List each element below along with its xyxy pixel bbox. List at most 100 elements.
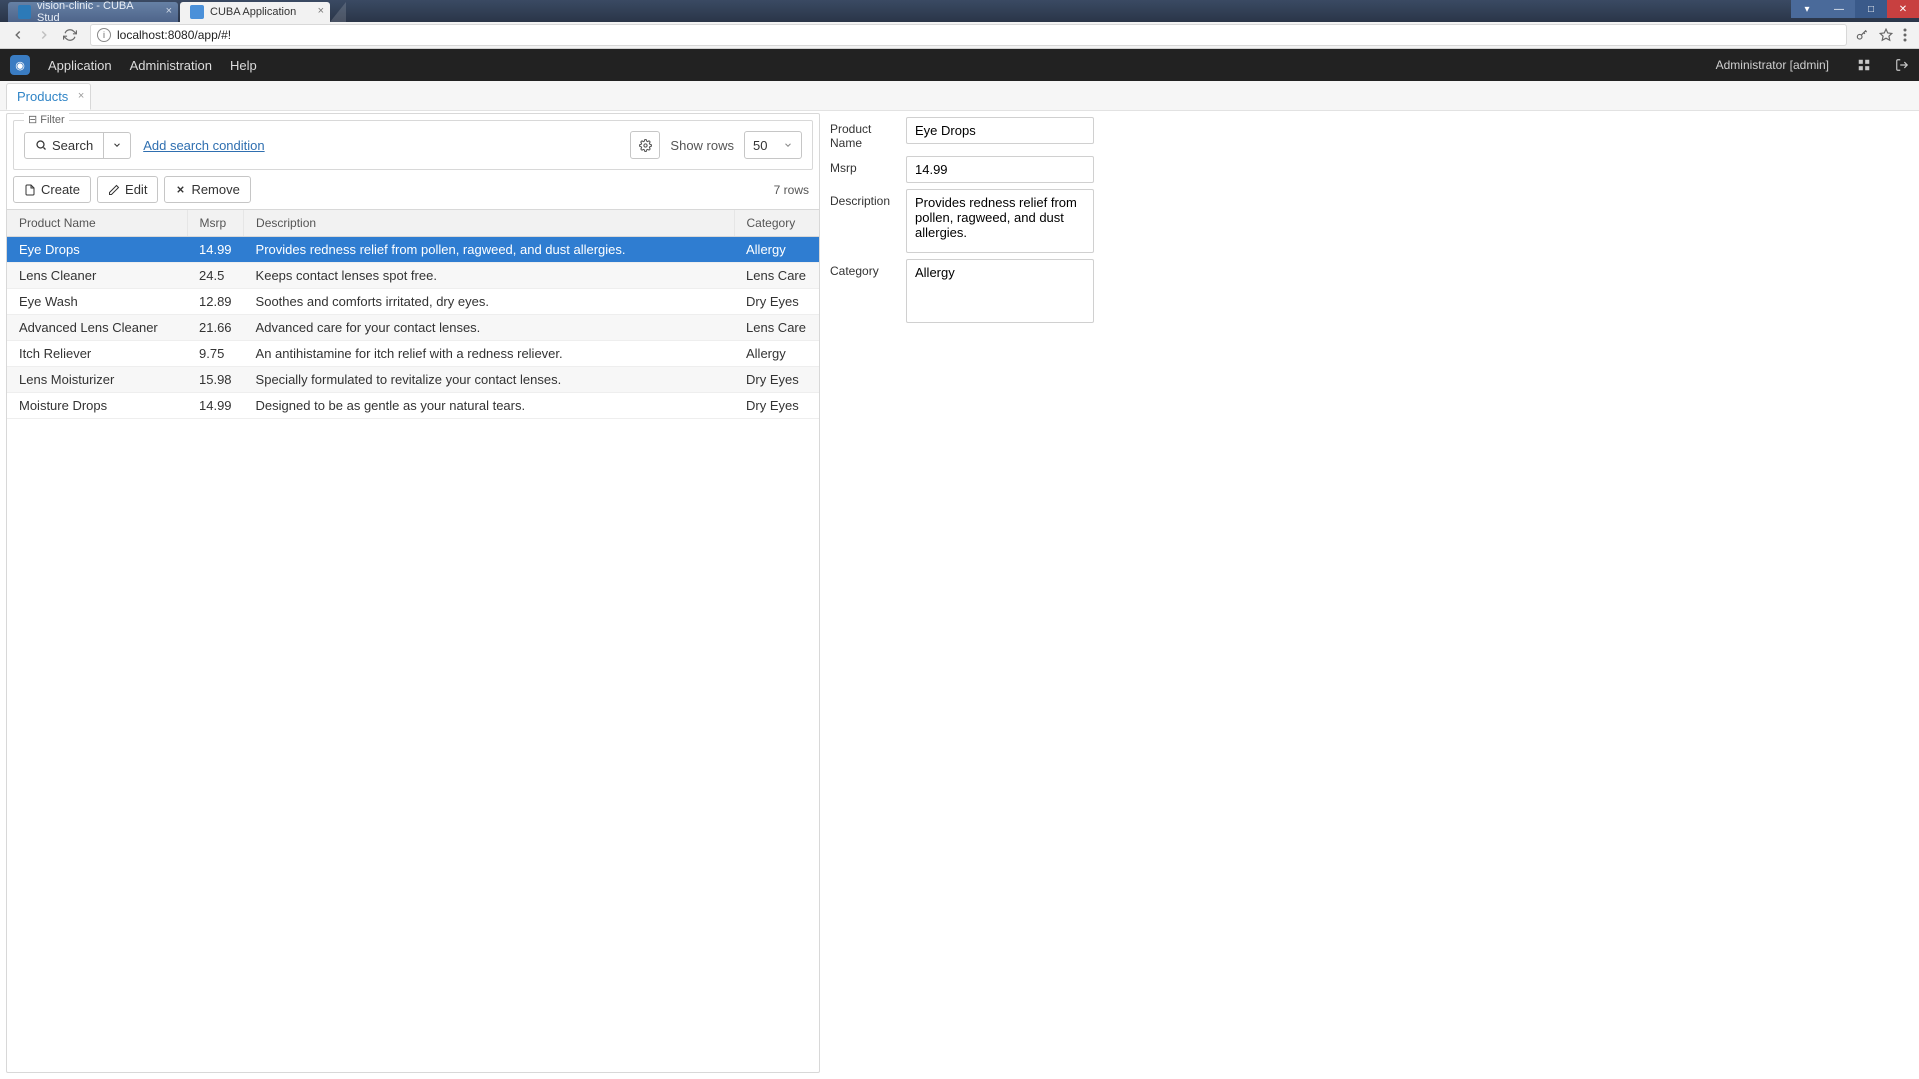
tab-label: Products — [17, 89, 68, 104]
cell-desc: Keeps contact lenses spot free. — [244, 263, 734, 289]
cell-cat: Allergy — [734, 237, 819, 263]
products-panel: ⊟ Filter Search Add search condition — [6, 113, 820, 1073]
reload-icon[interactable] — [58, 23, 82, 47]
gear-icon — [639, 139, 652, 152]
search-icon — [35, 139, 47, 151]
app-menubar: ◉ Application Administration Help Admini… — [0, 49, 1919, 81]
star-icon[interactable] — [1879, 28, 1893, 42]
filter-settings-button[interactable] — [630, 131, 660, 159]
filter-legend[interactable]: ⊟ Filter — [24, 113, 69, 126]
table-header-row: Product Name Msrp Description Category — [7, 210, 819, 237]
window-controls: ▾ — □ ✕ — [1791, 0, 1919, 18]
logout-icon[interactable] — [1895, 58, 1909, 72]
tab-title: CUBA Application — [210, 6, 296, 18]
site-info-icon[interactable]: i — [97, 28, 111, 42]
products-table: Product Name Msrp Description Category E… — [7, 209, 819, 1072]
forward-icon[interactable] — [32, 23, 56, 47]
menu-help[interactable]: Help — [230, 58, 257, 73]
cell-name: Eye Wash — [7, 289, 187, 315]
table-toolbar: Create Edit Remove 7 rows — [7, 176, 819, 209]
favicon-icon — [190, 5, 204, 19]
edit-button[interactable]: Edit — [97, 176, 158, 203]
browser-tab-active[interactable]: CUBA Application × — [180, 2, 330, 22]
field-msrp[interactable] — [906, 156, 1094, 183]
tab-products[interactable]: Products × — [6, 83, 91, 110]
new-tab-button[interactable] — [330, 2, 346, 22]
browser-tab-inactive[interactable]: vision-clinic - CUBA Stud × — [8, 2, 178, 22]
table-row[interactable]: Eye Wash12.89Soothes and comforts irrita… — [7, 289, 819, 315]
browser-tabstrip: vision-clinic - CUBA Stud × CUBA Applica… — [0, 0, 1919, 22]
window-maximize-button[interactable]: □ — [1855, 0, 1887, 18]
table-row[interactable]: Moisture Drops14.99Designed to be as gen… — [7, 393, 819, 419]
table-row[interactable]: Eye Drops14.99Provides redness relief fr… — [7, 237, 819, 263]
cell-desc: Designed to be as gentle as your natural… — [244, 393, 734, 419]
show-rows-label: Show rows — [670, 138, 734, 153]
user-label: Administrator [admin] — [1716, 58, 1829, 72]
key-icon[interactable] — [1855, 28, 1869, 42]
create-button[interactable]: Create — [13, 176, 91, 203]
field-description[interactable] — [906, 189, 1094, 253]
cell-cat: Allergy — [734, 341, 819, 367]
browser-address-bar: i localhost:8080/app/#! — [0, 22, 1919, 49]
cell-desc: Specially formulated to revitalize your … — [244, 367, 734, 393]
menu-application[interactable]: Application — [48, 58, 112, 73]
cell-cat: Lens Care — [734, 315, 819, 341]
row-count-label: 7 rows — [774, 183, 813, 197]
grid-icon[interactable] — [1857, 58, 1871, 72]
cell-desc: Provides redness relief from pollen, rag… — [244, 237, 734, 263]
cell-cat: Dry Eyes — [734, 289, 819, 315]
search-button[interactable]: Search — [24, 132, 104, 159]
url-text: localhost:8080/app/#! — [117, 28, 231, 42]
remove-button[interactable]: Remove — [164, 176, 250, 203]
cell-name: Lens Moisturizer — [7, 367, 187, 393]
label-category: Category — [830, 259, 906, 278]
chevron-down-icon — [112, 140, 122, 150]
show-rows-select[interactable]: 50 — [744, 131, 802, 159]
file-plus-icon — [24, 184, 36, 196]
close-icon[interactable]: × — [166, 5, 172, 17]
search-dropdown-button[interactable] — [104, 132, 131, 159]
screen-tabs: Products × — [0, 81, 1919, 111]
x-icon — [175, 184, 186, 195]
column-msrp[interactable]: Msrp — [187, 210, 244, 237]
window-close-button[interactable]: ✕ — [1887, 0, 1919, 18]
collapse-icon[interactable]: ⊟ — [28, 113, 37, 126]
url-input[interactable]: i localhost:8080/app/#! — [90, 24, 1847, 46]
column-description[interactable]: Description — [244, 210, 734, 237]
table-row[interactable]: Itch Reliever9.75An antihistamine for it… — [7, 341, 819, 367]
cell-msrp: 9.75 — [187, 341, 244, 367]
window-aux-button[interactable]: ▾ — [1791, 0, 1823, 18]
table-row[interactable]: Lens Moisturizer15.98Specially formulate… — [7, 367, 819, 393]
cell-name: Eye Drops — [7, 237, 187, 263]
app-logo-icon[interactable]: ◉ — [10, 55, 30, 75]
menu-administration[interactable]: Administration — [130, 58, 212, 73]
cell-desc: An antihistamine for itch relief with a … — [244, 341, 734, 367]
cell-desc: Soothes and comforts irritated, dry eyes… — [244, 289, 734, 315]
cell-name: Advanced Lens Cleaner — [7, 315, 187, 341]
field-product-name[interactable] — [906, 117, 1094, 144]
label-product-name: Product Name — [830, 117, 906, 150]
add-search-condition-link[interactable]: Add search condition — [143, 138, 264, 153]
cell-msrp: 21.66 — [187, 315, 244, 341]
close-icon[interactable]: × — [78, 90, 84, 102]
cell-msrp: 14.99 — [187, 393, 244, 419]
tab-title: vision-clinic - CUBA Stud — [37, 0, 150, 24]
field-category[interactable] — [906, 259, 1094, 323]
menu-icon[interactable] — [1903, 28, 1907, 42]
favicon-icon — [18, 5, 31, 19]
close-icon[interactable]: × — [318, 5, 324, 17]
column-product-name[interactable]: Product Name — [7, 210, 187, 237]
table-row[interactable]: Lens Cleaner24.5Keeps contact lenses spo… — [7, 263, 819, 289]
pencil-icon — [108, 184, 120, 196]
cell-msrp: 12.89 — [187, 289, 244, 315]
cell-name: Lens Cleaner — [7, 263, 187, 289]
column-category[interactable]: Category — [734, 210, 819, 237]
filter-box: ⊟ Filter Search Add search condition — [13, 120, 813, 170]
window-minimize-button[interactable]: — — [1823, 0, 1855, 18]
cell-msrp: 24.5 — [187, 263, 244, 289]
back-icon[interactable] — [6, 23, 30, 47]
table-row[interactable]: Advanced Lens Cleaner21.66Advanced care … — [7, 315, 819, 341]
label-description: Description — [830, 189, 906, 208]
cell-msrp: 14.99 — [187, 237, 244, 263]
cell-name: Itch Reliever — [7, 341, 187, 367]
